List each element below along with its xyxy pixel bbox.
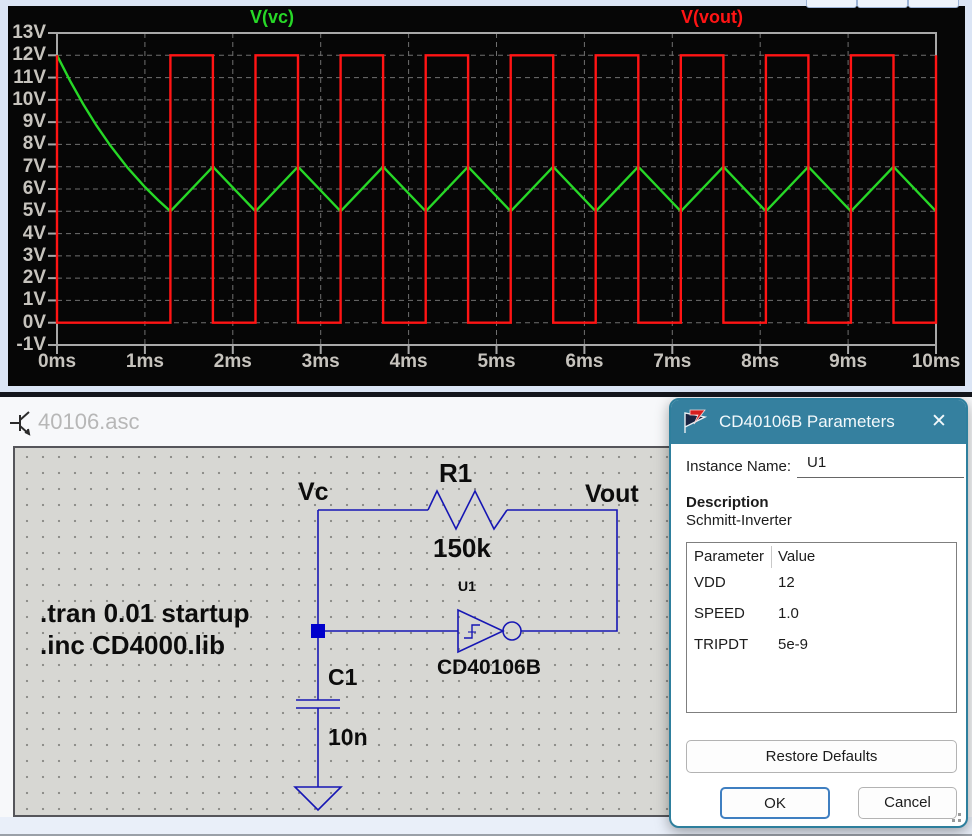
y-axis-tick-label: 4V [22, 222, 46, 244]
tab-schematic-filename[interactable]: 40106.asc [38, 409, 140, 435]
x-axis-tick-label: 8ms [741, 351, 780, 372]
net-label-vc[interactable]: Vc [298, 478, 329, 507]
y-axis-tick-label: 8V [22, 133, 46, 155]
y-axis-tick-label: 10V [12, 88, 46, 110]
resize-grip[interactable] [958, 819, 961, 822]
col-header-value: Value [778, 548, 816, 565]
table-row: TRIPDT 5e-9 [687, 632, 956, 660]
x-axis-tick-label: 4ms [389, 351, 428, 372]
cancel-button[interactable]: Cancel [858, 787, 957, 819]
y-axis-tick-label: 3V [22, 244, 46, 266]
col-header-parameter: Parameter [694, 548, 765, 565]
dialog-close-icon[interactable]: ✕ [924, 408, 954, 436]
param-value[interactable]: 5e-9 [778, 636, 808, 653]
table-row: VDD 12 [687, 570, 956, 598]
wire-r1-to-vout [507, 509, 618, 632]
x-axis-tick-label: 9ms [829, 351, 868, 372]
spice-directive-tran[interactable]: .tran 0.01 startup [40, 598, 250, 629]
cd40106b-parameters-dialog: CD40106B Parameters ✕ Instance Name: U1 … [669, 398, 968, 828]
part-label-cd40106b[interactable]: CD40106B [437, 656, 541, 680]
waveform-plot[interactable] [8, 6, 965, 386]
restore-defaults-button[interactable]: Restore Defaults [686, 740, 957, 773]
instance-name-label: Instance Name: [686, 458, 792, 475]
description-label: Description [686, 494, 769, 511]
y-axis-tick-label: 13V [12, 22, 46, 43]
x-axis-tick-label: 10ms [911, 351, 961, 372]
value-label-c1[interactable]: 10n [328, 724, 368, 751]
value-label-r1[interactable]: 150k [433, 533, 491, 564]
inverter-output-bubble [502, 621, 522, 641]
y-axis-tick-label: 11V [13, 66, 46, 88]
x-axis-tick-label: 6ms [565, 351, 604, 372]
x-axis-tick-label: 5ms [477, 351, 516, 372]
dialog-title-bar[interactable]: CD40106B Parameters ✕ [671, 400, 966, 444]
schematic-file-icon [10, 411, 31, 436]
instance-name-field[interactable]: U1 [797, 450, 964, 478]
waveform-window: V(vc) V(vout) 13V 12V 11V 10V 9V 8V 7V 6V 5V 4V 3V… [0, 0, 972, 392]
dialog-title: CD40106B Parameters [719, 412, 895, 431]
y-axis-tick-label: 9V [22, 111, 46, 133]
parameter-table[interactable]: Parameter Value VDD 12 SPEED 1.0 TRIPDT … [686, 542, 957, 713]
x-axis-tick-label: 2ms [213, 351, 252, 372]
param-value[interactable]: 12 [778, 574, 795, 591]
y-axis-tick-label: 1V [22, 289, 46, 311]
node-junction-marker [311, 624, 325, 638]
ground-symbol [293, 786, 343, 812]
y-axis-tick-label: 5V [22, 200, 46, 222]
y-axis-tick-label: 12V [12, 44, 46, 66]
param-name[interactable]: SPEED [694, 605, 745, 622]
param-name[interactable]: VDD [694, 574, 726, 591]
ref-label-r1[interactable]: R1 [439, 458, 472, 489]
ltspice-logo-icon [684, 409, 708, 433]
y-axis-tick-label: 0V [22, 311, 46, 333]
param-name[interactable]: TRIPDT [694, 636, 748, 653]
resize-grip[interactable] [952, 819, 955, 822]
x-axis-tick-label: 3ms [301, 351, 340, 372]
ok-button[interactable]: OK [720, 787, 830, 819]
y-axis-tick-label: 7V [22, 155, 46, 177]
param-value[interactable]: 1.0 [778, 605, 799, 622]
x-axis-tick-label: 7ms [653, 351, 692, 372]
inverter-triangle [457, 608, 505, 654]
x-axis-tick-label: 0ms [37, 351, 77, 372]
column-separator[interactable] [771, 546, 772, 568]
y-axis-tick-label: 6V [22, 178, 46, 199]
x-axis-tick-label: 1ms [125, 351, 164, 372]
table-row: SPEED 1.0 [687, 601, 956, 629]
net-label-vout[interactable]: Vout [585, 480, 639, 509]
y-axis-tick-label: 2V [22, 267, 46, 289]
resize-grip[interactable] [958, 813, 961, 816]
spice-directive-inc[interactable]: .inc CD4000.lib [40, 630, 225, 661]
ref-label-u1[interactable]: U1 [458, 578, 476, 594]
resistor-r1-symbol [427, 489, 508, 531]
ref-label-c1[interactable]: C1 [328, 664, 357, 691]
description-value: Schmitt-Inverter [686, 512, 792, 529]
